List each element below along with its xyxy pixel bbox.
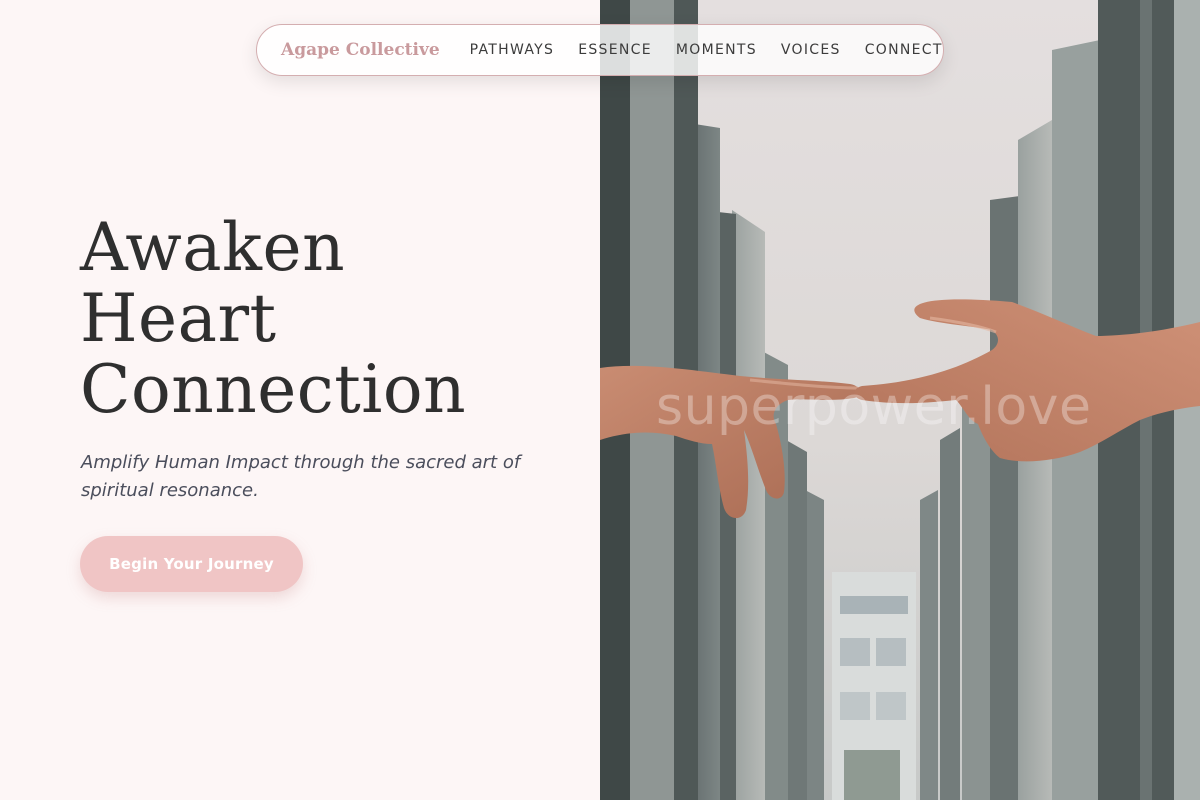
- begin-journey-button[interactable]: Begin Your Journey: [80, 536, 303, 592]
- landing-page: Awaken Heart Connection Amplify Human Im…: [0, 0, 1200, 800]
- hero-subtitle: Amplify Human Impact through the sacred …: [81, 452, 521, 501]
- nav-links: PATHWAYS ESSENCE MOMENTS VOICES CONNECT: [470, 41, 943, 59]
- top-navigation: Agape Collective PATHWAYS ESSENCE MOMENT…: [256, 24, 944, 76]
- nav-link-voices[interactable]: VOICES: [781, 42, 841, 58]
- nav-link-essence[interactable]: ESSENCE: [578, 42, 652, 58]
- hero-title-line: Awaken: [80, 209, 346, 286]
- nav-link-moments[interactable]: MOMENTS: [676, 42, 757, 58]
- hero-image: superpower.love: [600, 0, 1200, 800]
- hero-title-line: Connection: [80, 351, 467, 428]
- hero-title-line: Heart: [80, 280, 277, 357]
- brand-logo-link[interactable]: Agape Collective: [281, 40, 440, 60]
- watermark-text: superpower.love: [656, 377, 1092, 437]
- nav-link-connect[interactable]: CONNECT: [865, 42, 943, 58]
- nav-link-pathways[interactable]: PATHWAYS: [470, 42, 555, 58]
- hero-title: Awaken Heart Connection: [80, 212, 466, 425]
- hero-section: Awaken Heart Connection Amplify Human Im…: [0, 0, 600, 800]
